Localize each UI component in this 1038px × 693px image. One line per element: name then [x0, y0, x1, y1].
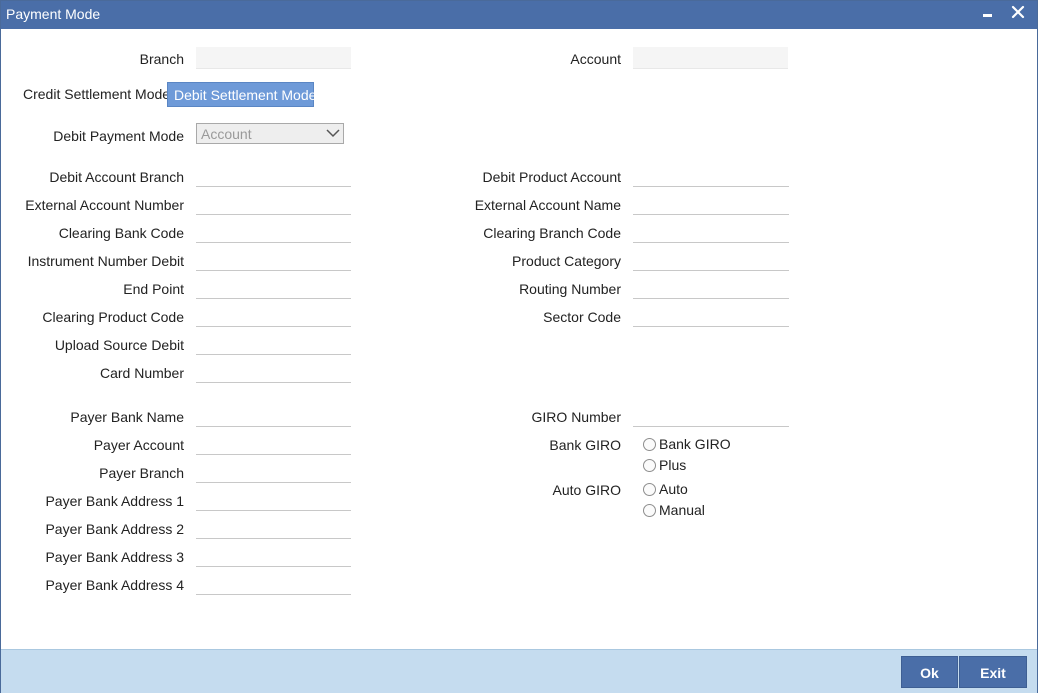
debit-product-account-field[interactable] — [633, 165, 789, 187]
auto-giro-label: Auto GIRO — [552, 482, 621, 498]
upload-source-debit-field[interactable] — [196, 333, 351, 355]
debit-payment-mode-value: Account — [201, 126, 252, 142]
account-label: Account — [570, 51, 621, 67]
payer-bank-address-3-field[interactable] — [196, 545, 351, 567]
payment-mode-window: Payment Mode Branch Account Credit Settl… — [0, 0, 1038, 693]
payer-bank-address-3-input[interactable] — [196, 545, 351, 566]
radio-auto[interactable]: Auto — [643, 480, 688, 498]
payer-bank-address-4-field[interactable] — [196, 573, 351, 595]
product-category-field[interactable] — [633, 249, 789, 271]
payer-bank-address-4-label: Payer Bank Address 4 — [45, 577, 184, 593]
chevron-down-icon — [325, 125, 341, 141]
product-category-input[interactable] — [633, 249, 789, 270]
debit-payment-mode-label: Debit Payment Mode — [53, 128, 184, 144]
giro-number-field[interactable] — [633, 405, 789, 427]
sector-code-field[interactable] — [633, 305, 789, 327]
routing-number-label: Routing Number — [519, 281, 621, 297]
radio-manual[interactable]: Manual — [643, 501, 705, 519]
sector-code-input[interactable] — [633, 305, 789, 326]
payer-branch-label: Payer Branch — [99, 465, 184, 481]
routing-number-field[interactable] — [633, 277, 789, 299]
payer-bank-address-2-field[interactable] — [196, 517, 351, 539]
product-category-label: Product Category — [512, 253, 621, 269]
external-account-name-input[interactable] — [633, 193, 789, 214]
radio-button[interactable] — [643, 503, 656, 517]
payer-bank-address-3-label: Payer Bank Address 3 — [45, 549, 184, 565]
footer-bar: Ok Exit — [1, 649, 1037, 693]
radio-button[interactable] — [643, 458, 656, 472]
bank-giro-label: Bank GIRO — [549, 437, 621, 453]
minimize-icon[interactable] — [977, 3, 999, 25]
upload-source-debit-label: Upload Source Debit — [54, 337, 184, 353]
payer-branch-input[interactable] — [196, 461, 351, 482]
debit-payment-mode-select[interactable]: Account — [196, 123, 344, 144]
giro-number-label: GIRO Number — [531, 409, 621, 425]
ok-button[interactable]: Ok — [901, 656, 958, 688]
radio-auto-label: Auto — [659, 481, 688, 497]
clearing-branch-code-label: Clearing Branch Code — [483, 225, 621, 241]
payer-bank-address-2-label: Payer Bank Address 2 — [45, 521, 184, 537]
radio-bank-giro-label: Bank GIRO — [659, 436, 731, 452]
close-icon[interactable] — [1007, 3, 1029, 25]
radio-plus-label: Plus — [659, 457, 687, 473]
radio-button[interactable] — [643, 437, 656, 451]
card-number-input[interactable] — [196, 361, 351, 382]
window-title: Payment Mode — [6, 6, 101, 22]
payer-bank-address-2-input[interactable] — [196, 517, 351, 538]
external-account-name-label: External Account Name — [474, 197, 621, 213]
payer-branch-field[interactable] — [196, 461, 351, 483]
card-number-field[interactable] — [196, 361, 351, 383]
radio-button[interactable] — [643, 482, 656, 496]
radio-plus[interactable]: Plus — [643, 456, 686, 474]
tab-debit-settlement-mode[interactable]: Debit Settlement Mode — [167, 82, 316, 107]
exit-button[interactable]: Exit — [959, 656, 1027, 688]
payer-bank-address-4-input[interactable] — [196, 573, 351, 594]
title-bar[interactable]: Payment Mode — [1, 1, 1037, 29]
clearing-branch-code-field[interactable] — [633, 221, 789, 243]
radio-manual-label: Manual — [659, 502, 705, 518]
clearing-branch-code-input[interactable] — [633, 221, 789, 242]
routing-number-input[interactable] — [633, 277, 789, 298]
card-number-label: Card Number — [99, 365, 184, 381]
external-account-name-field[interactable] — [633, 193, 789, 215]
radio-bank-giro[interactable]: Bank GIRO — [643, 435, 731, 453]
debit-product-account-input[interactable] — [633, 165, 789, 186]
sector-code-label: Sector Code — [543, 309, 621, 325]
account-field[interactable] — [633, 47, 788, 69]
debit-product-account-label: Debit Product Account — [482, 169, 621, 185]
upload-source-debit-input[interactable] — [196, 333, 351, 354]
giro-number-input[interactable] — [633, 405, 789, 426]
account-input[interactable] — [633, 47, 788, 68]
tab-credit-settlement-mode[interactable]: Credit Settlement Mode — [17, 82, 176, 107]
